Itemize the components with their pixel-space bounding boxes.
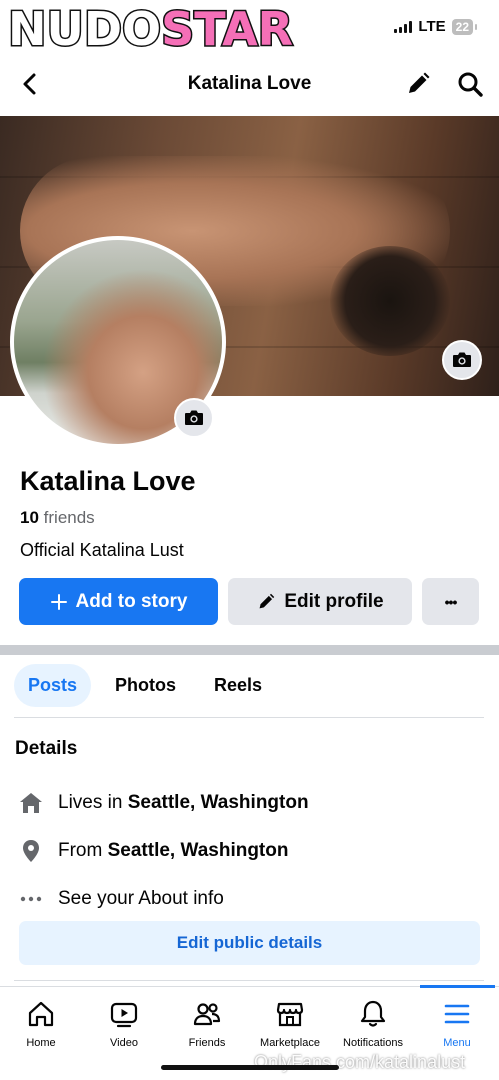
nav-notifications-label: Notifications <box>343 1037 403 1049</box>
tab-reels[interactable]: Reels <box>200 664 276 707</box>
from-value: Seattle, Washington <box>107 840 289 861</box>
site-watermark-logo: NUDOSTAR <box>6 2 295 56</box>
status-bar: NUDOSTAR LTE 22 <box>0 0 499 58</box>
edit-profile-label: Edit profile <box>284 590 384 612</box>
more-options-icon: ••• <box>444 593 458 610</box>
nav-menu-label: Menu <box>443 1037 471 1049</box>
nav-home[interactable]: Home <box>0 997 82 1049</box>
section-divider <box>0 645 499 655</box>
location-pin-icon <box>18 838 44 864</box>
menu-icon <box>440 997 474 1031</box>
nav-friends[interactable]: Friends <box>166 997 248 1049</box>
battery-indicator: 22 <box>451 18 478 35</box>
friends-count[interactable]: 10 friends <box>20 508 95 528</box>
home-icon <box>24 997 58 1031</box>
camera-icon <box>453 352 471 367</box>
from-prefix: From <box>58 840 103 861</box>
marketplace-icon <box>273 997 307 1031</box>
content-divider <box>14 980 484 981</box>
more-dots-icon <box>18 886 44 912</box>
about-info-label: See your About info <box>58 888 224 909</box>
logo-text-part1: NUDO <box>6 2 162 56</box>
nav-video[interactable]: Video <box>83 997 165 1049</box>
tabs-divider <box>14 717 484 718</box>
cover-photo-subject-hair <box>330 246 450 356</box>
more-options-button[interactable]: ••• <box>422 578 479 625</box>
home-icon <box>18 790 44 816</box>
logo-text-part2: STAR <box>160 2 295 56</box>
video-icon <box>107 997 141 1031</box>
nav-marketplace[interactable]: Marketplace <box>249 997 331 1049</box>
see-about-info-link[interactable]: See your About info <box>18 886 224 912</box>
profile-bio: Official Katalina Lust <box>20 540 184 560</box>
bell-icon <box>356 997 390 1031</box>
system-indicators: LTE 22 <box>394 18 478 35</box>
nav-active-indicator <box>420 985 495 988</box>
tab-photos[interactable]: Photos <box>101 664 190 707</box>
nav-marketplace-label: Marketplace <box>260 1037 320 1049</box>
home-indicator-bar[interactable] <box>161 1065 339 1070</box>
plus-icon <box>50 593 67 610</box>
search-icon <box>458 72 483 97</box>
search-button[interactable] <box>456 70 484 98</box>
details-heading: Details <box>15 738 78 759</box>
edit-public-details-button[interactable]: Edit public details <box>19 921 480 965</box>
camera-icon <box>185 410 203 425</box>
edit-button[interactable] <box>404 70 432 98</box>
friends-number: 10 <box>20 508 39 527</box>
nav-video-label: Video <box>110 1037 138 1049</box>
detail-from: From Seattle, Washington <box>18 838 288 864</box>
network-type: LTE <box>418 18 446 35</box>
nav-notifications[interactable]: Notifications <box>332 997 414 1049</box>
tab-posts[interactable]: Posts <box>14 664 92 707</box>
profile-header: Katalina Love <box>0 58 499 112</box>
signal-icon <box>394 20 413 33</box>
profile-name: Katalina Love <box>20 466 196 496</box>
add-to-story-button[interactable]: Add to story <box>19 578 218 625</box>
edit-profile-button[interactable]: Edit profile <box>228 578 412 625</box>
pencil-icon <box>259 593 275 608</box>
nav-home-label: Home <box>26 1037 56 1049</box>
edit-cover-photo-button[interactable] <box>442 340 482 380</box>
lives-value: Seattle, Washington <box>127 792 309 813</box>
detail-lives-in: Lives in Seattle, Washington <box>18 790 309 816</box>
lives-prefix: Lives in <box>58 792 123 813</box>
nav-friends-label: Friends <box>188 1037 226 1049</box>
friends-label: friends <box>43 508 95 527</box>
edit-profile-picture-button[interactable] <box>174 398 214 438</box>
profile-tabs: Posts Photos Reels <box>14 664 276 707</box>
friends-icon <box>190 997 224 1031</box>
pencil-icon <box>409 72 430 93</box>
nav-menu[interactable]: Menu <box>416 997 498 1049</box>
add-to-story-label: Add to story <box>75 590 188 612</box>
